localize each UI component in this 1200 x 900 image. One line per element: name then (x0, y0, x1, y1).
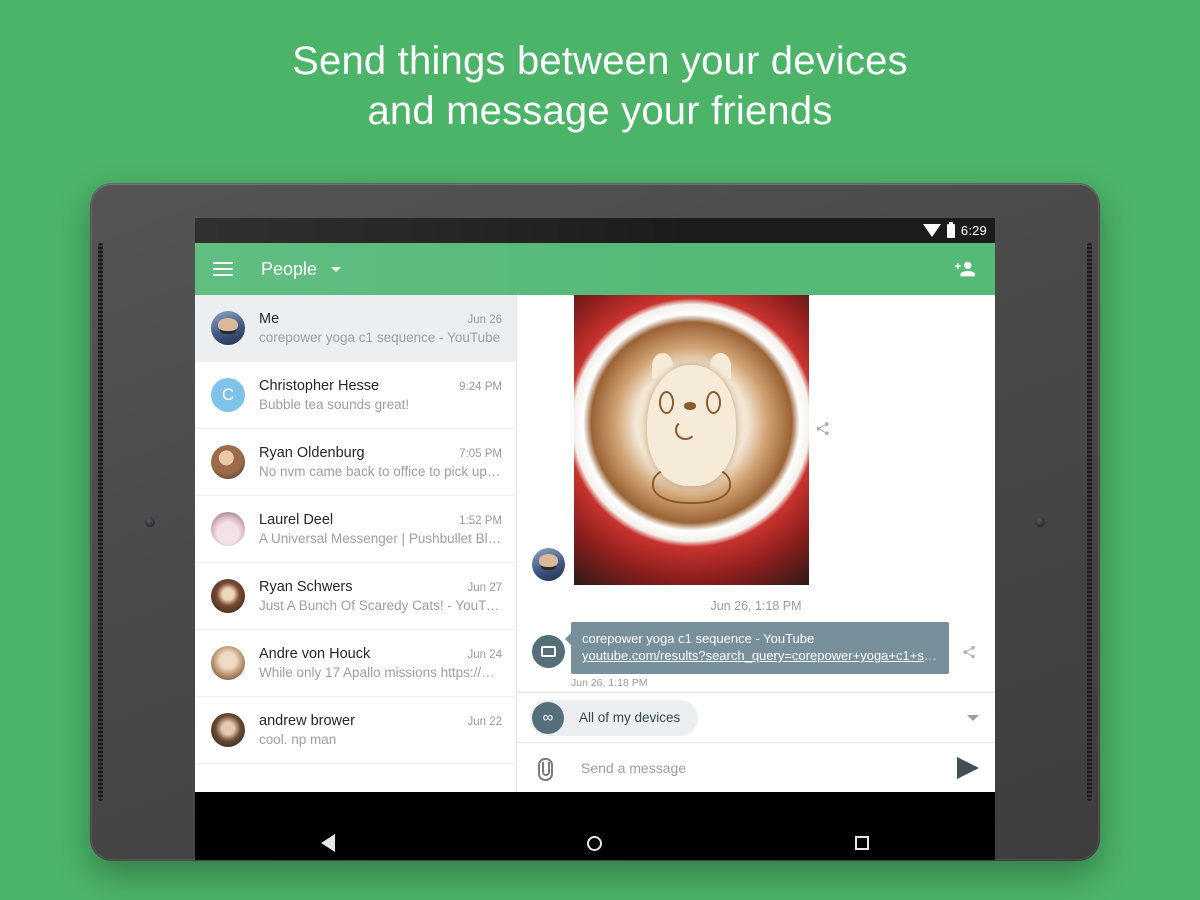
device-selector-row: ∞ All of my devices (517, 692, 995, 742)
conversation-snippet: Bubble tea sounds great! (259, 397, 410, 412)
conversation-list[interactable]: Me Jun 26 corepower yoga c1 sequence - Y… (195, 295, 517, 792)
android-status-bar: 6:29 (195, 218, 995, 243)
device-selector-chip[interactable]: ∞ All of my devices (530, 699, 699, 736)
add-person-icon[interactable] (953, 258, 977, 280)
app-bar-title-group[interactable]: People (261, 258, 342, 280)
conversation-list-item[interactable]: andrew brower Jun 22 cool. np man (195, 697, 516, 764)
tablet-screen: 6:29 People Me Jun 26 corepower yoga c1 … (195, 218, 995, 826)
message-composer (517, 742, 995, 792)
promo-headline-line2: and message your friends (367, 89, 833, 133)
wifi-icon (922, 223, 941, 237)
recents-square-icon[interactable] (854, 836, 869, 850)
hamburger-menu-icon[interactable] (213, 262, 233, 276)
conversation-time: 9:24 PM (459, 381, 502, 393)
latte-art-image (574, 295, 809, 585)
camera-lens-left (145, 517, 155, 527)
share-icon[interactable] (961, 644, 977, 665)
latte-eye-right (705, 390, 721, 414)
photo-message[interactable] (517, 295, 995, 585)
speaker-grille-left (98, 243, 103, 801)
conversation-list-item[interactable]: Ryan Schwers Jun 27 Just A Bunch Of Scar… (195, 563, 516, 630)
link-url[interactable]: youtube.com/results?search_query=corepow… (582, 647, 938, 665)
avatar (211, 579, 245, 613)
conversation-name: Christopher Hesse (259, 378, 380, 394)
status-bar-sheen (195, 218, 691, 243)
conversation-list-item[interactable]: Me Jun 26 corepower yoga c1 sequence - Y… (195, 295, 516, 362)
status-bar-clock: 6:29 (960, 223, 987, 238)
status-bar-icons: 6:29 (922, 221, 987, 238)
app-body: Me Jun 26 corepower yoga c1 sequence - Y… (195, 295, 995, 792)
conversation-snippet: A Universal Messenger | Pushbullet Blog (259, 531, 502, 546)
avatar (211, 646, 245, 680)
avatar: C (211, 378, 245, 412)
message-scroll-area[interactable]: Jun 26, 1:18 PM corepower yoga c1 sequen… (517, 295, 995, 692)
speaker-grille-right (1087, 243, 1092, 801)
conversation-time: Jun 26 (467, 314, 502, 326)
conversation-time: 1:52 PM (459, 515, 502, 527)
avatar (211, 311, 245, 345)
conversation-time: Jun 27 (467, 582, 502, 594)
conversation-name: andrew brower (259, 713, 355, 729)
link-title: corepower yoga c1 sequence - YouTube (582, 631, 815, 646)
tablet-device-frame: 6:29 People Me Jun 26 corepower yoga c1 … (90, 183, 1100, 861)
conversation-text: Ryan Schwers Jun 27 Just A Bunch Of Scar… (259, 579, 502, 613)
chevron-down-icon[interactable] (331, 267, 342, 273)
app-bar: People (195, 243, 995, 295)
promo-headline: Send things between your devices and mes… (0, 36, 1200, 136)
conversation-time: 7:05 PM (459, 448, 502, 460)
conversation-list-item[interactable]: Andre von Houck Jun 24 While only 17 Apa… (195, 630, 516, 697)
device-selector-label: All of my devices (579, 710, 681, 725)
conversation-snippet: While only 17 Apallo missions https://en… (259, 665, 502, 680)
conversation-list-item[interactable]: C Christopher Hesse 9:24 PM Bubble tea s… (195, 362, 516, 429)
conversation-name: Andre von Houck (259, 646, 371, 662)
latte-nose (684, 402, 697, 410)
photo-attachment[interactable] (574, 295, 809, 585)
conversation-text: Ryan Oldenburg 7:05 PM No nvm came back … (259, 445, 502, 479)
conversation-name: Me (259, 311, 280, 327)
conversation-text: Me Jun 26 corepower yoga c1 sequence - Y… (259, 311, 502, 345)
promo-headline-line1: Send things between your devices (292, 39, 908, 83)
send-icon[interactable] (957, 756, 979, 779)
avatar (532, 548, 565, 581)
latte-belly (651, 463, 732, 504)
conversation-snippet: Just A Bunch Of Scaredy Cats! - YouTube (259, 598, 502, 613)
home-circle-icon[interactable] (587, 835, 603, 851)
avatar (211, 445, 245, 479)
conversation-name: Laurel Deel (259, 512, 334, 528)
android-nav-bar (195, 826, 995, 860)
conversation-text: Laurel Deel 1:52 PM A Universal Messenge… (259, 512, 502, 546)
conversation-text: andrew brower Jun 22 cool. np man (259, 713, 502, 747)
conversation-name: Ryan Oldenburg (259, 445, 365, 461)
chevron-down-icon[interactable] (967, 714, 979, 721)
conversation-time: Jun 22 (467, 716, 502, 728)
conversation-time: Jun 24 (467, 649, 502, 661)
battery-icon (946, 221, 955, 238)
conversation-snippet: cool. np man (259, 732, 337, 747)
avatar (211, 512, 245, 546)
latte-eye-left (658, 390, 674, 414)
conversation-text: Andre von Houck Jun 24 While only 17 Apa… (259, 646, 502, 680)
monitor-icon (532, 635, 565, 668)
link-bubble[interactable]: corepower yoga c1 sequence - YouTube you… (565, 622, 949, 674)
camera-lens-right (1035, 517, 1045, 527)
conversation-list-item[interactable]: Laurel Deel 1:52 PM A Universal Messenge… (195, 496, 516, 563)
message-input[interactable] (581, 759, 957, 776)
share-icon[interactable] (814, 420, 831, 442)
conversation-list-item[interactable]: Ryan Oldenburg 7:05 PM No nvm came back … (195, 429, 516, 496)
conversation-pane: Jun 26, 1:18 PM corepower yoga c1 sequen… (517, 295, 995, 792)
conversation-snippet: No nvm came back to office to pick up s… (259, 464, 502, 479)
conversation-text: Christopher Hesse 9:24 PM Bubble tea sou… (259, 378, 502, 412)
link-message-timestamp: Jun 26, 1:18 PM (571, 677, 648, 689)
avatar (211, 713, 245, 747)
message-day-stamp: Jun 26, 1:18 PM (710, 599, 802, 613)
paperclip-icon[interactable] (535, 757, 553, 781)
infinity-icon: ∞ (532, 701, 564, 734)
conversation-name: Ryan Schwers (259, 579, 353, 595)
back-triangle-icon[interactable] (321, 834, 336, 852)
conversation-snippet: corepower yoga c1 sequence - YouTube (259, 330, 501, 345)
link-message[interactable]: corepower yoga c1 sequence - YouTube you… (517, 622, 995, 674)
latte-mouth (675, 419, 697, 440)
app-bar-title: People (261, 258, 318, 279)
